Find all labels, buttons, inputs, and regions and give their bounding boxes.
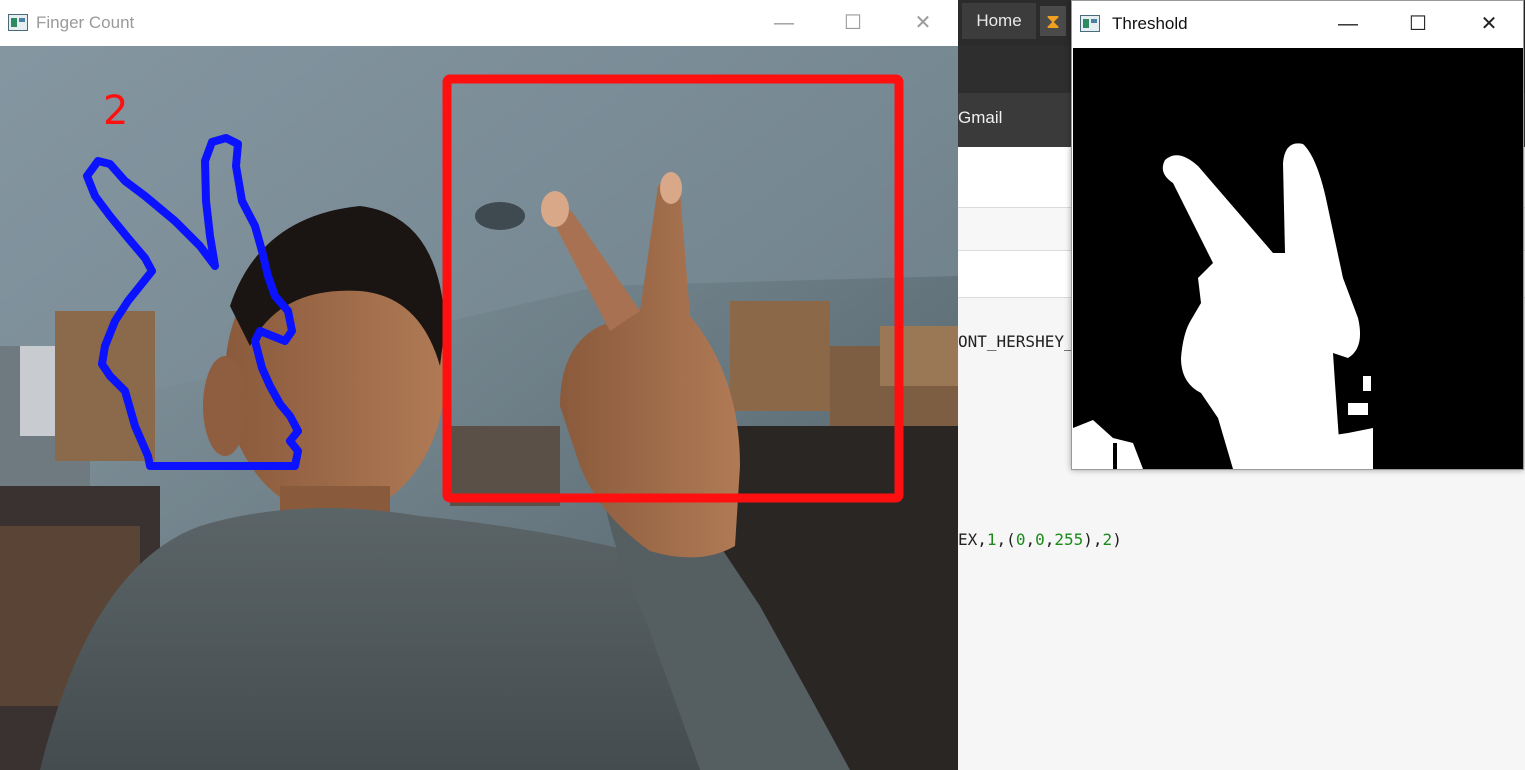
code-number: 255 [1054,530,1084,549]
camera-feed: 2 [0,46,958,770]
title-bar[interactable]: Threshold — ☐ ✕ [1072,1,1523,47]
finger-count-label: 2 [103,88,128,134]
minimize-icon[interactable]: — [764,8,804,38]
code-number: 0 [1035,530,1045,549]
code-text: EX, [958,530,987,549]
code-number: 2 [1102,530,1113,549]
code-line: ONT_HERSHEY_ [958,332,1074,351]
app-icon [1080,15,1100,32]
maximize-icon[interactable]: ☐ [1398,9,1438,39]
app-icon [8,14,28,31]
minimize-icon[interactable]: — [1328,9,1368,39]
threshold-image [1073,48,1523,469]
window-title: Finger Count [36,13,135,32]
code-number: 1 [986,530,997,549]
window-title: Threshold [1112,14,1188,33]
close-icon[interactable]: ✕ [903,8,943,38]
code-number: 0 [1015,530,1026,549]
hourglass-icon[interactable]: ⧗ [1040,6,1066,36]
close-icon[interactable]: ✕ [1469,9,1509,39]
maximize-icon[interactable]: ☐ [833,8,873,38]
code-line: EX,1,(0,0,255),2) [958,530,1122,549]
home-tab[interactable]: Home [962,3,1036,39]
bookmark-gmail[interactable]: Gmail [958,108,1002,128]
finger-count-window[interactable]: Finger Count — ☐ ✕ 2 [0,0,958,770]
threshold-window[interactable]: Threshold — ☐ ✕ [1071,0,1524,470]
title-bar[interactable]: Finger Count — ☐ ✕ [0,0,958,46]
